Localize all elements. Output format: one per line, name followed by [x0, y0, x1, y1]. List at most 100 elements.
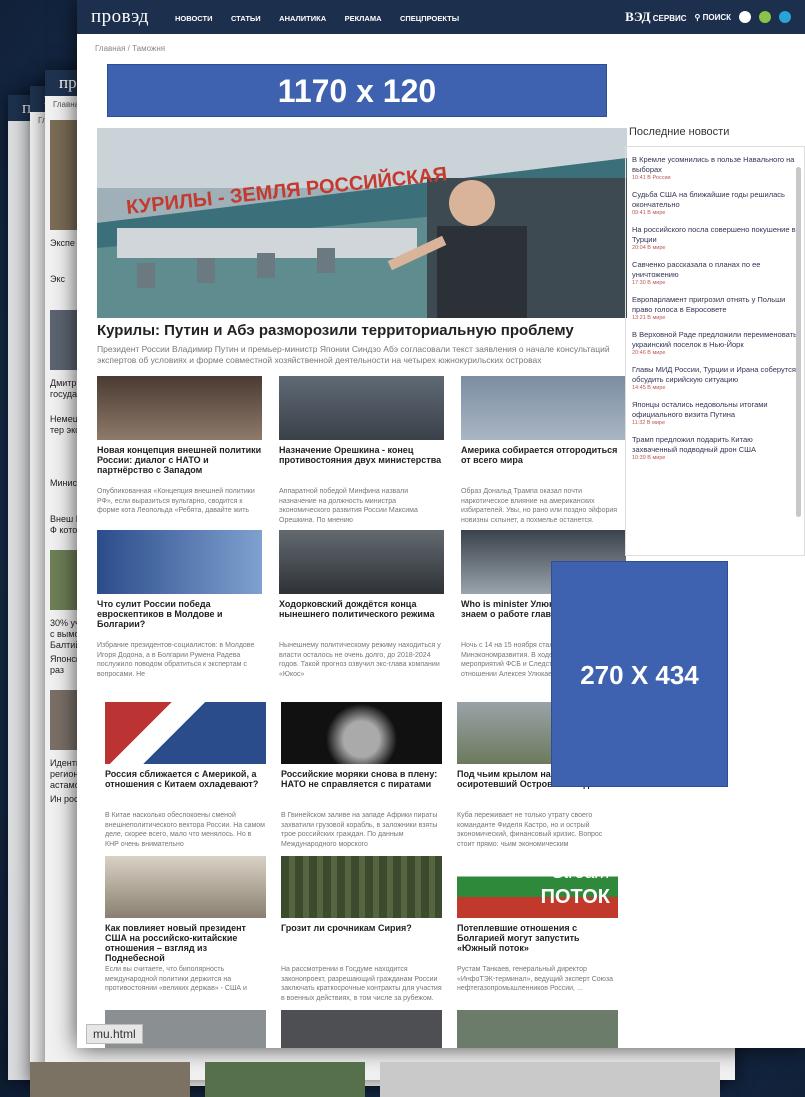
news-card-desc: Опубликованная «Концепция внешней полити… — [97, 488, 255, 514]
breadcrumb: Главная / Таможня — [95, 44, 166, 53]
news-card[interactable] — [457, 1010, 618, 1048]
news-item-meta: 17:30 В мире — [632, 280, 666, 286]
news-grid-1: Новая концепция внешней политики России:… — [97, 376, 627, 525]
main-page: провэд НОВОСТИ СТАТЬИ АНАЛИТИКА РЕКЛАМА … — [77, 0, 805, 1048]
news-card[interactable]: Назначение Орешкина - конец противостоян… — [279, 376, 444, 525]
bottom-thumb — [205, 1062, 365, 1097]
sidebar-title: Последние новости — [629, 126, 730, 138]
news-card-desc: Избрание президентов-социалистов: в Молд… — [97, 642, 255, 678]
service-label: СЕРВИС — [652, 14, 687, 23]
service-link[interactable]: ВЭД СЕРВИС — [625, 9, 686, 25]
news-item[interactable]: Трамп предложил подарить Китаю захваченн… — [632, 435, 798, 461]
news-card-image — [281, 1010, 442, 1048]
potok-text: ПОТОК — [540, 886, 610, 908]
news-card[interactable]: Новая концепция внешней политики России:… — [97, 376, 262, 525]
news-item-meta: 14:45 В мире — [632, 385, 666, 391]
news-card[interactable]: Грозит ли срочникам Сирия? На рассмотрен… — [281, 856, 442, 1003]
hero-title[interactable]: Курилы: Путин и Абэ разморозили территор… — [97, 322, 627, 339]
hero-image[interactable]: КУРИЛЫ - ЗЕМЛЯ РОССИЙСКАЯ — [97, 128, 627, 318]
news-grid-2: Что сулит России победа еврoскептиков в … — [97, 530, 627, 679]
news-card-desc: Куба переживает не только утрату своего … — [457, 812, 603, 848]
news-item[interactable]: Судьба США на ближайшие годы решилась ок… — [632, 190, 798, 216]
news-card-title: Как повлияет новый президент США на росс… — [105, 923, 246, 963]
banner-side[interactable]: 270 X 434 — [551, 561, 728, 787]
apple-icon[interactable] — [739, 11, 751, 23]
service-logo: ВЭД — [625, 9, 651, 24]
news-grid-3: Россия сближается с Америкой, а отношени… — [105, 702, 625, 849]
nav-analytics[interactable]: АНАЛИТИКА — [279, 14, 326, 23]
news-card-title: Новая концепция внешней политики России:… — [97, 445, 262, 475]
news-card-image — [97, 376, 262, 440]
search-button[interactable]: ⚲ ПОИСК — [695, 13, 731, 22]
news-card-image — [279, 530, 444, 594]
main-nav: НОВОСТИ СТАТЬИ АНАЛИТИКА РЕКЛАМА СПЕЦПРО… — [175, 8, 473, 26]
news-card[interactable]: Как повлияет новый президент США на росс… — [105, 856, 266, 1003]
news-item[interactable]: В Кремле усомнились в пользе Навального … — [632, 155, 798, 181]
news-card-desc: Если вы считаете, что биполярность между… — [105, 966, 247, 992]
android-icon[interactable] — [759, 11, 771, 23]
news-card[interactable]: Америка собирается отгородиться от всего… — [461, 376, 626, 525]
news-card[interactable]: Россия сближается с Америкой, а отношени… — [105, 702, 266, 849]
breadcrumb-current: Таможня — [132, 44, 166, 53]
news-card[interactable]: Ходорковский дождётся конца нынешнего по… — [279, 530, 444, 679]
hero-lead: Президент России Владимир Путин и премье… — [97, 344, 610, 365]
news-card-image — [281, 702, 442, 764]
news-card-image — [461, 376, 626, 440]
news-item[interactable]: Савченко рассказала о планах по ее уничт… — [632, 260, 798, 286]
news-item[interactable]: Японцы остались недовольны итогами офици… — [632, 400, 798, 426]
sidebar-list: В Кремле усомнились в пользе Навального … — [625, 146, 805, 556]
nav-ads[interactable]: РЕКЛАМА — [345, 14, 382, 23]
news-card-image — [457, 1010, 618, 1048]
news-card-title: Что сулит России победа еврoскептиков в … — [97, 599, 223, 629]
hero-illustration: КУРИЛЫ - ЗЕМЛЯ РОССИЙСКАЯ — [97, 128, 627, 318]
news-item-title: Японцы остались недовольны итогами офици… — [632, 400, 768, 419]
news-card-desc: Образ Дональд Трампа оказал почти наркот… — [461, 488, 618, 524]
nav-news[interactable]: НОВОСТИ — [175, 14, 213, 23]
news-item-title: Европарламент пригрозил отнять у Польши … — [632, 295, 786, 314]
site-logo[interactable]: провэд — [91, 6, 149, 28]
news-card-desc: В Гвинейском заливе на западе Африки пир… — [281, 812, 438, 848]
news-item-meta: 11:32 В мире — [632, 420, 666, 426]
news-card-image — [105, 702, 266, 764]
topbar-right: ВЭД СЕРВИС ⚲ ПОИСК — [625, 9, 791, 25]
search-icon: ⚲ — [694, 12, 701, 22]
news-item-meta: 20:04 В мире — [632, 245, 666, 251]
news-card-title: Америка собирается отгородиться от всего… — [461, 445, 618, 465]
news-card[interactable]: Российские моряки снова в плену: НАТО не… — [281, 702, 442, 849]
nav-special[interactable]: СПЕЦПРОЕКТЫ — [400, 14, 459, 23]
search-label: ПОИСК — [702, 12, 731, 22]
news-card-image — [279, 376, 444, 440]
file-tab[interactable]: mu.html — [86, 1024, 143, 1044]
news-item[interactable]: Европарламент пригрозил отнять у Польши … — [632, 295, 798, 321]
news-card-title: Российские моряки снова в плену: НАТО не… — [281, 769, 438, 789]
news-card-title: Грозит ли срочникам Сирия? — [281, 923, 412, 933]
news-card-title: Потеплевшие отношения с Болгарией могут … — [457, 923, 580, 953]
news-item[interactable]: В Верховной Раде предложили переименоват… — [632, 330, 798, 356]
news-item[interactable]: Главы МИД России, Турции и Ирана соберут… — [632, 365, 798, 391]
breadcrumb-home[interactable]: Главная — [95, 44, 125, 53]
news-item-title: В Кремле усомнились в пользе Навального … — [632, 155, 795, 174]
news-item-title: Савченко рассказала о планах по ее уничт… — [632, 260, 761, 279]
news-card-desc: На рассмотрении в Госдуме находится зако… — [281, 966, 442, 1002]
news-card-title: Назначение Орешкина - конец противостоян… — [279, 445, 442, 465]
news-card[interactable] — [281, 1010, 442, 1048]
news-card-image — [105, 856, 266, 918]
top-navbar: провэд НОВОСТИ СТАТЬИ АНАЛИТИКА РЕКЛАМА … — [77, 0, 805, 34]
news-item-title: На российского посла совершено покушение… — [632, 225, 796, 244]
stream-text: Stream — [551, 862, 610, 882]
news-grid-5 — [105, 1010, 625, 1048]
news-card-image: Stream ПОТОК — [457, 856, 618, 918]
sidebar-latest-news: Последние новости В Кремле усомнились в … — [625, 126, 805, 556]
news-card[interactable]: Stream ПОТОК Потеплевшие отношения с Бол… — [457, 856, 618, 1003]
news-item-meta: 10:41 В России — [632, 175, 671, 181]
sidebar-scrollbar[interactable] — [796, 167, 801, 517]
banner-top[interactable]: 1170 х 120 — [107, 64, 607, 117]
news-item-meta: 13:21 В мире — [632, 315, 666, 321]
news-item[interactable]: На российского посла совершено покушение… — [632, 225, 798, 251]
news-card[interactable]: Что сулит России победа еврoскептиков в … — [97, 530, 262, 679]
news-item-meta: 10:39 В мире — [632, 455, 666, 461]
nav-articles[interactable]: СТАТЬИ — [231, 14, 261, 23]
news-card-image — [281, 856, 442, 918]
windows-icon[interactable] — [779, 11, 791, 23]
news-card-desc: В Китае насколько обеспокоены сменой вне… — [105, 812, 265, 848]
